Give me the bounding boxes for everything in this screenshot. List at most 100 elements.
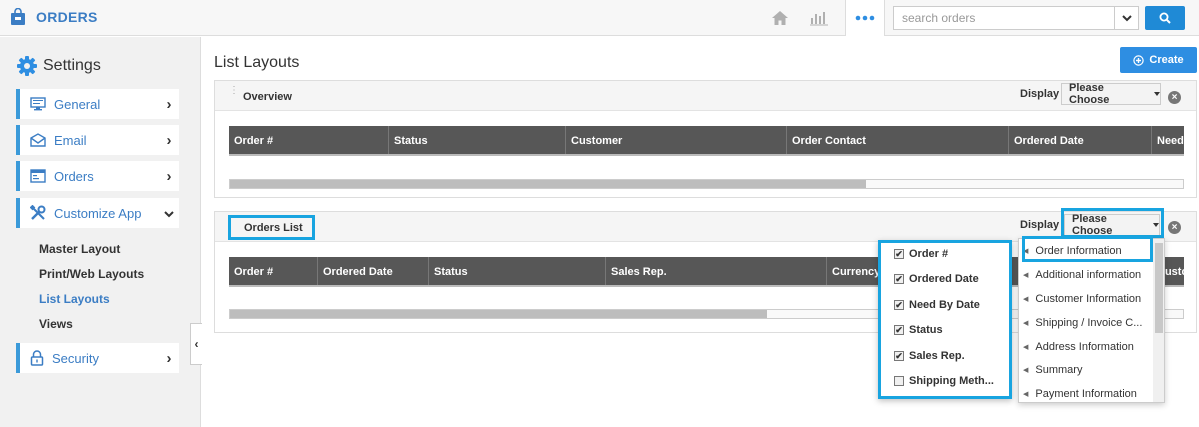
chevron-right-icon: › <box>166 349 172 367</box>
checkbox[interactable]: ✔ <box>894 351 904 361</box>
column-header[interactable]: Order # <box>229 257 318 285</box>
app-title: ORDERS <box>36 9 98 25</box>
menu-item-additional-information[interactable]: ◀ Additional information <box>1023 264 1153 286</box>
display-select[interactable]: Please Choose <box>1061 82 1161 106</box>
horizontal-scrollbar[interactable] <box>229 179 1184 189</box>
caret-left-icon: ◀ <box>1023 320 1029 327</box>
orders-icon <box>30 169 46 183</box>
sidebar-item-orders[interactable]: Orders › <box>16 161 179 191</box>
display-label: Display <box>1020 88 1060 100</box>
monitor-icon <box>30 97 46 111</box>
checklist-scrollbar[interactable] <box>1011 243 1012 396</box>
field-option-sales-rep[interactable]: ✔ Sales Rep. <box>894 350 965 362</box>
menu-item-payment-information[interactable]: ◀ Payment Information <box>1023 383 1153 402</box>
column-header[interactable]: Status <box>429 257 606 285</box>
more-icon[interactable] <box>846 0 884 36</box>
scrollbar-thumb[interactable] <box>1155 243 1163 333</box>
chart-icon[interactable] <box>807 0 831 36</box>
field-option-shipping-method[interactable]: Shipping Meth... <box>894 375 994 387</box>
bag-icon <box>11 8 25 25</box>
checkbox[interactable]: ✔ <box>894 300 904 310</box>
field-option-ordered-date[interactable]: ✔ Ordered Date <box>894 273 979 285</box>
checkbox[interactable]: ✔ <box>894 325 904 335</box>
plus-circle-icon <box>1133 54 1145 66</box>
overview-panel: ⋮ Overview Display Please Choose × Order… <box>214 80 1197 198</box>
menu-item-shipping-invoice[interactable]: ◀ Shipping / Invoice C... <box>1023 312 1153 334</box>
search-button[interactable] <box>1145 6 1185 30</box>
drag-handle-icon[interactable]: ⋮ <box>229 86 239 96</box>
column-header[interactable]: Need <box>1152 126 1184 154</box>
search-icon <box>1159 12 1171 24</box>
sidebar-subitem-list-layouts[interactable]: List Layouts <box>39 292 110 306</box>
menu-item-summary[interactable]: ◀ Summary <box>1023 359 1153 381</box>
sidebar-item-label: Customize App <box>54 205 142 221</box>
field-option-order-number[interactable]: ✔ Order # <box>894 248 948 260</box>
tools-icon <box>30 205 46 220</box>
menu-item-label: Address Information <box>1035 341 1134 353</box>
field-option-label: Status <box>909 324 943 336</box>
chevron-down-icon <box>1121 14 1132 21</box>
sidebar-subitem-master-layout[interactable]: Master Layout <box>39 242 120 256</box>
menu-item-address-information[interactable]: ◀ Address Information <box>1023 336 1153 358</box>
sidebar-item-email[interactable]: Email › <box>16 125 179 155</box>
settings-header: Settings <box>17 56 101 76</box>
field-option-label: Shipping Meth... <box>909 375 994 387</box>
sidebar-title: Settings <box>43 57 101 74</box>
checkbox[interactable] <box>894 376 904 386</box>
brand[interactable]: ORDERS <box>10 8 98 26</box>
sidebar-collapse-toggle[interactable]: ‹ <box>190 323 202 365</box>
sidebar-subitem-print-web-layouts[interactable]: Print/Web Layouts <box>39 267 144 281</box>
display-select-value: Please Choose <box>1069 82 1110 106</box>
overview-title: Overview <box>243 91 292 103</box>
menu-item-label: Order Information <box>1035 245 1122 257</box>
sidebar-item-security[interactable]: Security › <box>16 343 179 373</box>
column-header[interactable]: Ordered Date <box>1009 126 1152 154</box>
menu-item-customer-information[interactable]: ◀ Customer Information <box>1023 288 1153 310</box>
column-header[interactable]: Ordered Date <box>318 257 429 285</box>
column-header[interactable]: Customer <box>566 126 787 154</box>
close-icon[interactable]: × <box>1168 91 1181 104</box>
gear-icon <box>17 56 37 76</box>
caret-down-icon <box>1153 223 1159 227</box>
envelope-icon <box>30 133 46 147</box>
display-select[interactable]: Please Choose <box>1064 213 1160 237</box>
field-option-status[interactable]: ✔ Status <box>894 324 943 336</box>
sidebar-subitem-views[interactable]: Views <box>39 317 73 331</box>
menu-item-label: Shipping / Invoice C... <box>1035 317 1143 329</box>
menu-item-label: Payment Information <box>1035 388 1137 400</box>
caret-left-icon: ◀ <box>1023 248 1029 255</box>
category-menu: ◀ Order Information ◀ Additional informati… <box>1018 238 1165 403</box>
caret-left-icon: ◀ <box>1023 367 1029 374</box>
search-input[interactable] <box>893 6 1115 30</box>
search-dropdown-button[interactable] <box>1115 6 1139 30</box>
column-header[interactable]: Status <box>389 126 566 154</box>
sidebar-item-customize-app[interactable]: Customize App <box>16 198 179 228</box>
caret-left-icon: ◀ <box>1023 391 1029 398</box>
display-label: Display <box>1020 219 1060 231</box>
create-button[interactable]: Create <box>1120 47 1197 73</box>
menu-item-label: Customer Information <box>1035 293 1142 305</box>
column-header[interactable]: Order # <box>229 126 389 154</box>
toolbar-divider <box>884 0 885 36</box>
sidebar-item-general[interactable]: General › <box>16 89 179 119</box>
home-icon[interactable] <box>768 0 792 36</box>
sidebar-item-label: General <box>54 96 101 112</box>
overview-panel-header: ⋮ Overview Display Please Choose × <box>215 81 1196 111</box>
menu-item-order-information[interactable]: ◀ Order Information <box>1023 240 1153 262</box>
menu-scrollbar[interactable] <box>1153 239 1164 402</box>
field-option-label: Sales Rep. <box>909 350 965 362</box>
field-option-label: Ordered Date <box>909 273 979 285</box>
sidebar-item-label: Security <box>52 350 99 366</box>
orders-list-title: Orders List <box>244 222 303 234</box>
column-header[interactable]: Order Contact <box>787 126 1009 154</box>
field-option-label: Need By Date <box>909 299 980 311</box>
close-icon[interactable]: × <box>1168 221 1181 234</box>
scrollbar-thumb[interactable] <box>230 180 866 188</box>
field-option-need-by-date[interactable]: ✔ Need By Date <box>894 299 980 311</box>
column-header[interactable]: Sales Rep. <box>606 257 827 285</box>
sidebar-item-label: Email <box>54 132 87 148</box>
scrollbar-thumb[interactable] <box>230 310 767 318</box>
checkbox[interactable]: ✔ <box>894 249 904 259</box>
chevron-down-icon <box>159 205 179 222</box>
checkbox[interactable]: ✔ <box>894 274 904 284</box>
